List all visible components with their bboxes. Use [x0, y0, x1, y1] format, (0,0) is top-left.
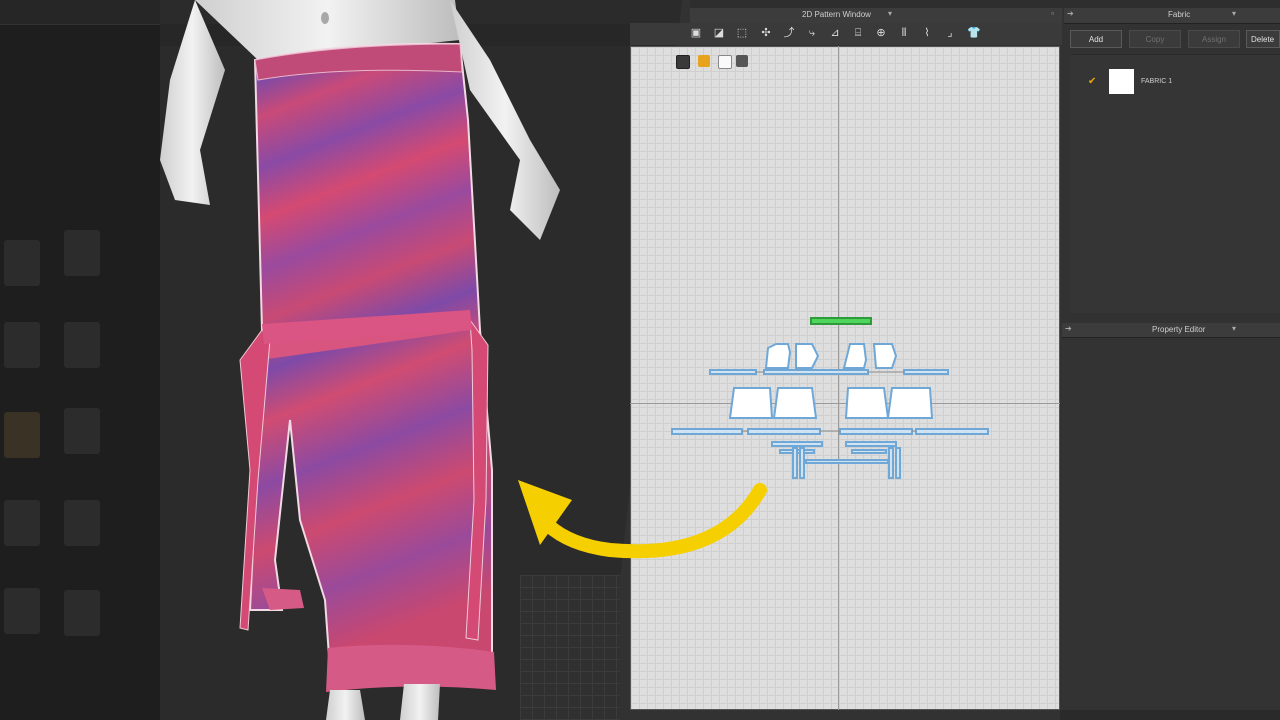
arrow-overlay: [518, 480, 767, 559]
curved-arrow: [541, 483, 767, 559]
stage: 2D Pattern Window ▾ ▫ ▣ ◪ ⬚ ✣ ⤴ ⤷ ⊿ ⌸ ⊕ …: [0, 0, 1280, 720]
